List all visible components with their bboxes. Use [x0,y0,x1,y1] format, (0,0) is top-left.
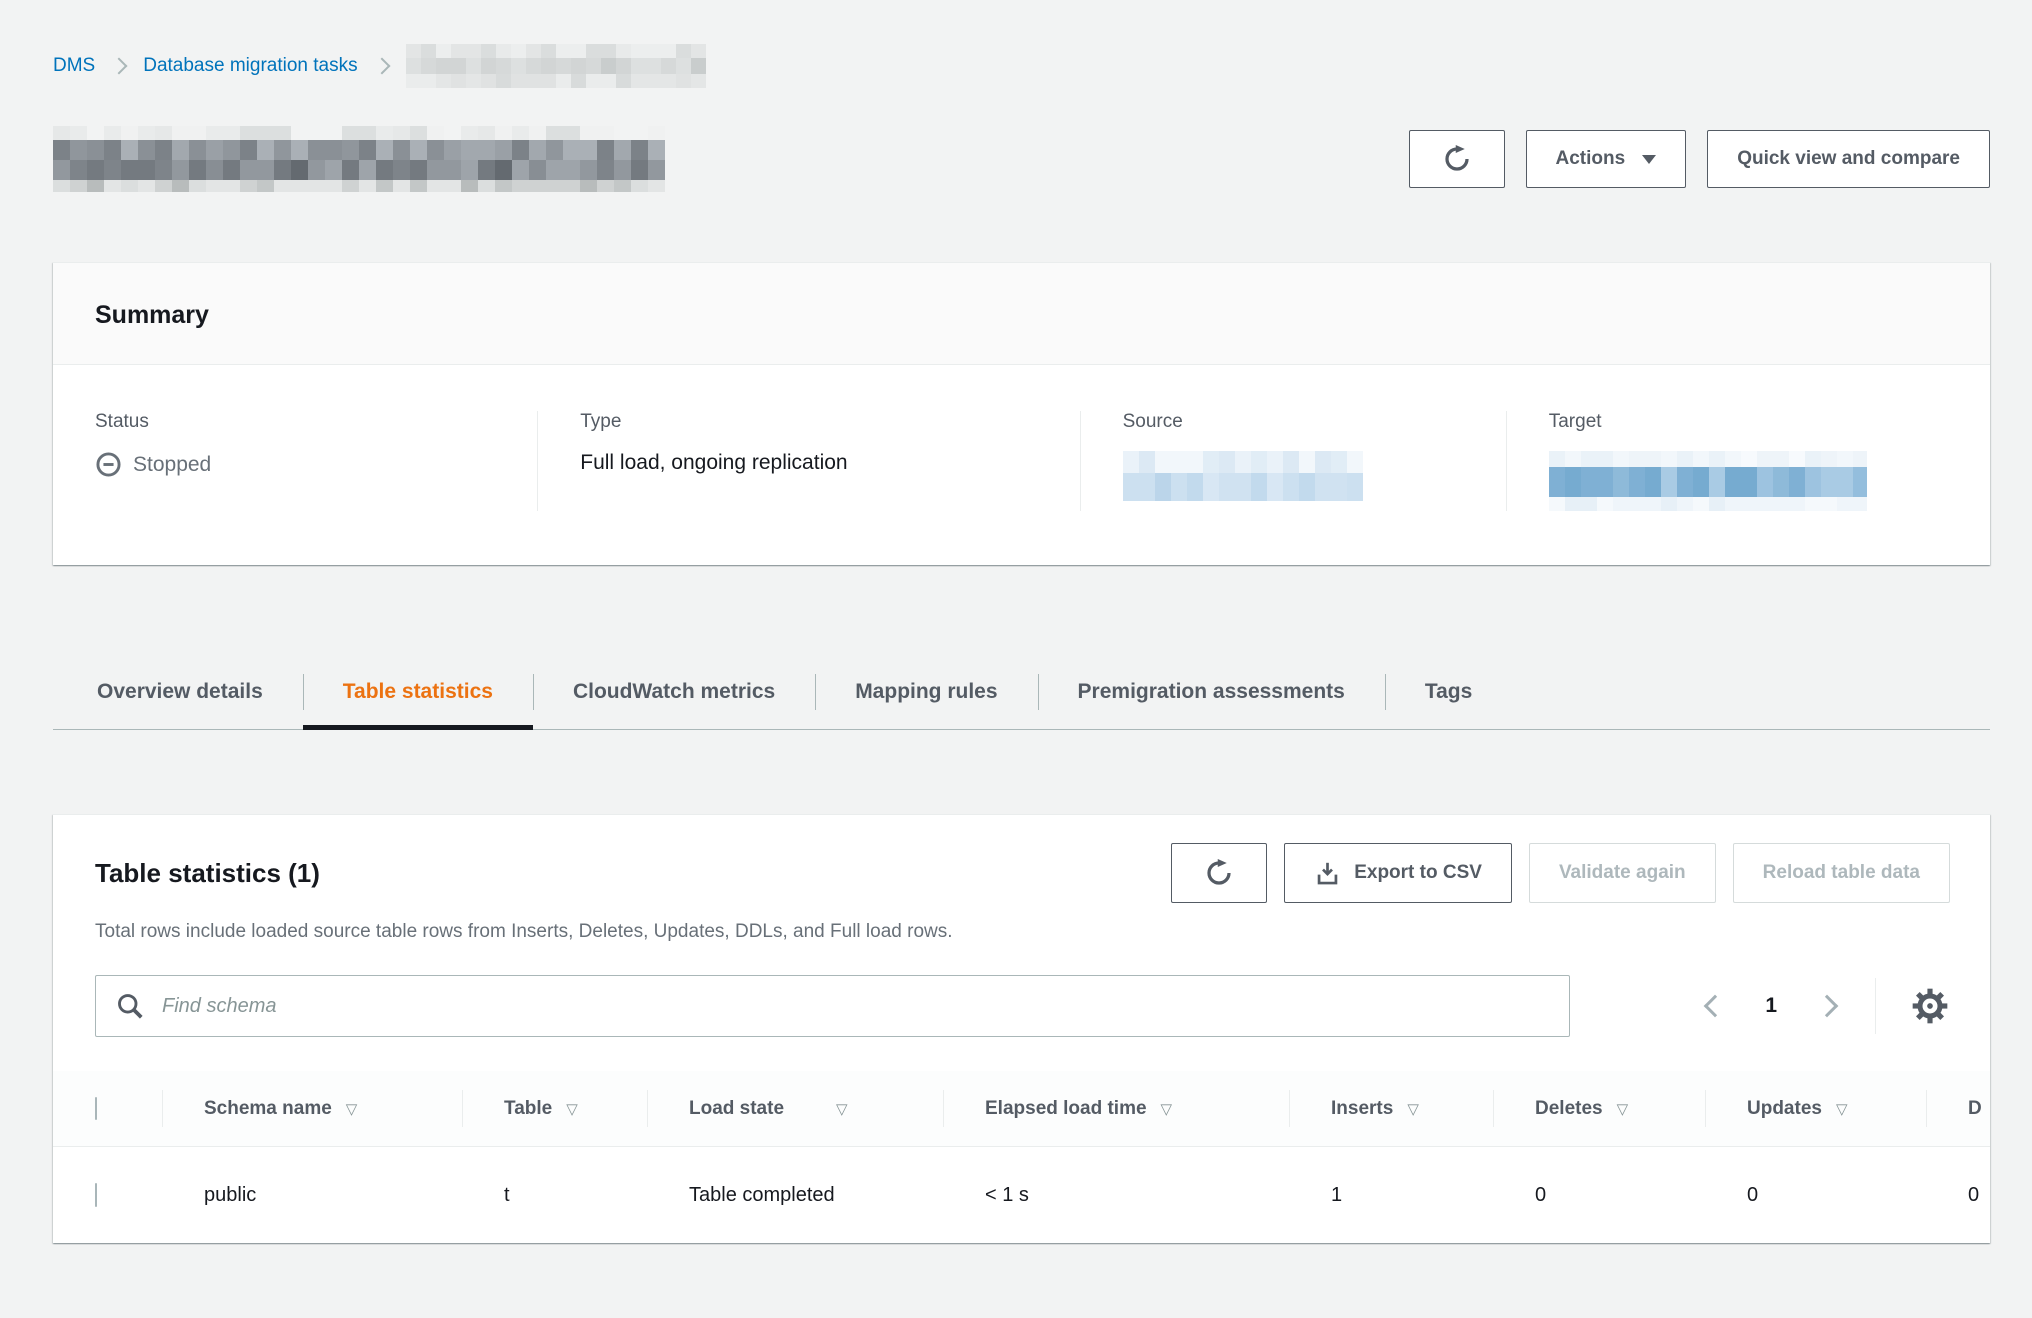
table-statistics-buttons: Export to CSV Validate again Reload tabl… [1171,843,1950,903]
source-label: Source [1123,411,1466,433]
type-value: Full load, ongoing replication [580,451,1039,475]
search-icon [115,991,145,1021]
sort-icon[interactable]: ▽ [566,1101,578,1118]
row-checkbox[interactable] [95,1183,97,1207]
tab-bar: Overview details Table statistics CloudW… [53,655,1990,730]
tab-tags[interactable]: Tags [1385,655,1512,729]
page-header: Actions Quick view and compare [53,126,1990,192]
sort-icon[interactable]: ▽ [1836,1101,1848,1118]
download-icon [1314,860,1341,887]
refresh-icon [1204,858,1234,888]
row-select-cell [53,1147,162,1244]
tab-overview-details[interactable]: Overview details [53,655,303,729]
table-refresh-button[interactable] [1171,843,1267,903]
status-value: Stopped [95,451,497,478]
cell-table: t [462,1147,647,1244]
summary-title: Summary [53,263,1990,365]
chevron-left-icon [1704,995,1727,1018]
breadcrumb-link-dms[interactable]: DMS [53,55,95,77]
summary-status-column: Status Stopped [53,411,537,511]
breadcrumb: DMS Database migration tasks [53,44,1990,88]
preferences-button[interactable] [1910,986,1950,1026]
redacted-target-link[interactable] [1549,451,1867,511]
column-header-inserts[interactable]: Inserts▽ [1289,1071,1493,1147]
sort-icon[interactable]: ▽ [1161,1101,1173,1118]
sort-icon[interactable]: ▽ [836,1101,848,1118]
table-statistics-header: Table statistics (1) Export to CSV Valid… [53,815,1990,903]
refresh-icon [1442,144,1472,174]
cell-inserts: 1 [1289,1147,1493,1244]
table-header-row: Schema name▽ Table▽ Load state▽ Elapsed … [53,1071,1990,1147]
actions-button-label: Actions [1556,148,1626,170]
schema-search [95,975,1570,1037]
export-to-csv-button[interactable]: Export to CSV [1284,843,1512,903]
breadcrumb-link-tasks[interactable]: Database migration tasks [143,55,357,77]
summary-card: Summary Status Stopped Type Full load, o… [53,262,1990,565]
header-actions: Actions Quick view and compare [1409,130,1991,188]
summary-target-column: Target [1506,411,1990,511]
sort-icon[interactable]: ▽ [1407,1101,1419,1118]
table-statistics-title: Table statistics (1) [95,858,320,889]
tab-table-statistics[interactable]: Table statistics [303,655,533,729]
type-label: Type [580,411,1039,433]
chevron-right-icon [1816,995,1839,1018]
sort-icon[interactable]: ▽ [346,1101,358,1118]
chevron-right-icon [111,58,128,75]
cell-updates: 0 [1705,1147,1926,1244]
table-controls: 1 [53,943,1990,1037]
actions-button[interactable]: Actions [1526,130,1687,188]
redacted-task-name-title [53,126,665,192]
table-row: public t Table completed < 1 s 1 0 0 0 [53,1147,1990,1244]
column-header-schema-name[interactable]: Schema name▽ [162,1071,462,1147]
reload-table-data-label: Reload table data [1763,862,1920,884]
cell-schema-name: public [162,1147,462,1244]
column-header-load-state[interactable]: Load state▽ [647,1071,943,1147]
refresh-button[interactable] [1409,130,1505,188]
table-statistics-card: Table statistics (1) Export to CSV Valid… [53,814,1990,1243]
table-statistics-description: Total rows include loaded source table r… [53,903,1990,943]
redacted-breadcrumb-current [406,44,706,88]
chevron-right-icon [373,58,390,75]
summary-body: Status Stopped Type Full load, ongoing r… [53,365,1990,565]
validate-again-button[interactable]: Validate again [1529,843,1716,903]
previous-page-button[interactable] [1707,998,1723,1014]
column-header-table[interactable]: Table▽ [462,1071,647,1147]
pagination: 1 [1707,978,1950,1034]
search-input[interactable] [160,994,1550,1019]
quick-view-compare-button[interactable]: Quick view and compare [1707,130,1990,188]
summary-source-column: Source [1080,411,1506,511]
select-all-cell [53,1071,162,1147]
page-number: 1 [1765,994,1777,1018]
chevron-down-icon [1642,155,1656,164]
validate-again-label: Validate again [1559,862,1686,884]
sort-icon[interactable]: ▽ [1617,1101,1629,1118]
statistics-table: Schema name▽ Table▽ Load state▽ Elapsed … [53,1071,1990,1243]
column-header-deletes[interactable]: Deletes▽ [1493,1071,1705,1147]
pagination-divider [1875,978,1876,1034]
column-header-elapsed-load-time[interactable]: Elapsed load time▽ [943,1071,1289,1147]
cell-load-state: Table completed [647,1147,943,1244]
tab-cloudwatch-metrics[interactable]: CloudWatch metrics [533,655,815,729]
quick-view-compare-label: Quick view and compare [1737,148,1960,170]
status-text: Stopped [133,453,211,477]
target-label: Target [1549,411,1950,433]
circle-minus-icon [95,451,122,478]
tab-premigration-assessments[interactable]: Premigration assessments [1038,655,1385,729]
column-header-truncated[interactable]: D [1926,1071,1990,1147]
select-all-checkbox[interactable] [95,1097,97,1120]
cell-elapsed-load-time: < 1 s [943,1147,1289,1244]
tab-mapping-rules[interactable]: Mapping rules [815,655,1037,729]
redacted-source-link[interactable] [1123,451,1363,501]
cell-truncated: 0 [1926,1147,1990,1244]
cell-deletes: 0 [1493,1147,1705,1244]
summary-type-column: Type Full load, ongoing replication [537,411,1079,511]
export-to-csv-label: Export to CSV [1354,862,1482,884]
gear-icon [1910,986,1950,1026]
column-header-updates[interactable]: Updates▽ [1705,1071,1926,1147]
reload-table-data-button[interactable]: Reload table data [1733,843,1950,903]
next-page-button[interactable] [1819,998,1835,1014]
status-label: Status [95,411,497,433]
